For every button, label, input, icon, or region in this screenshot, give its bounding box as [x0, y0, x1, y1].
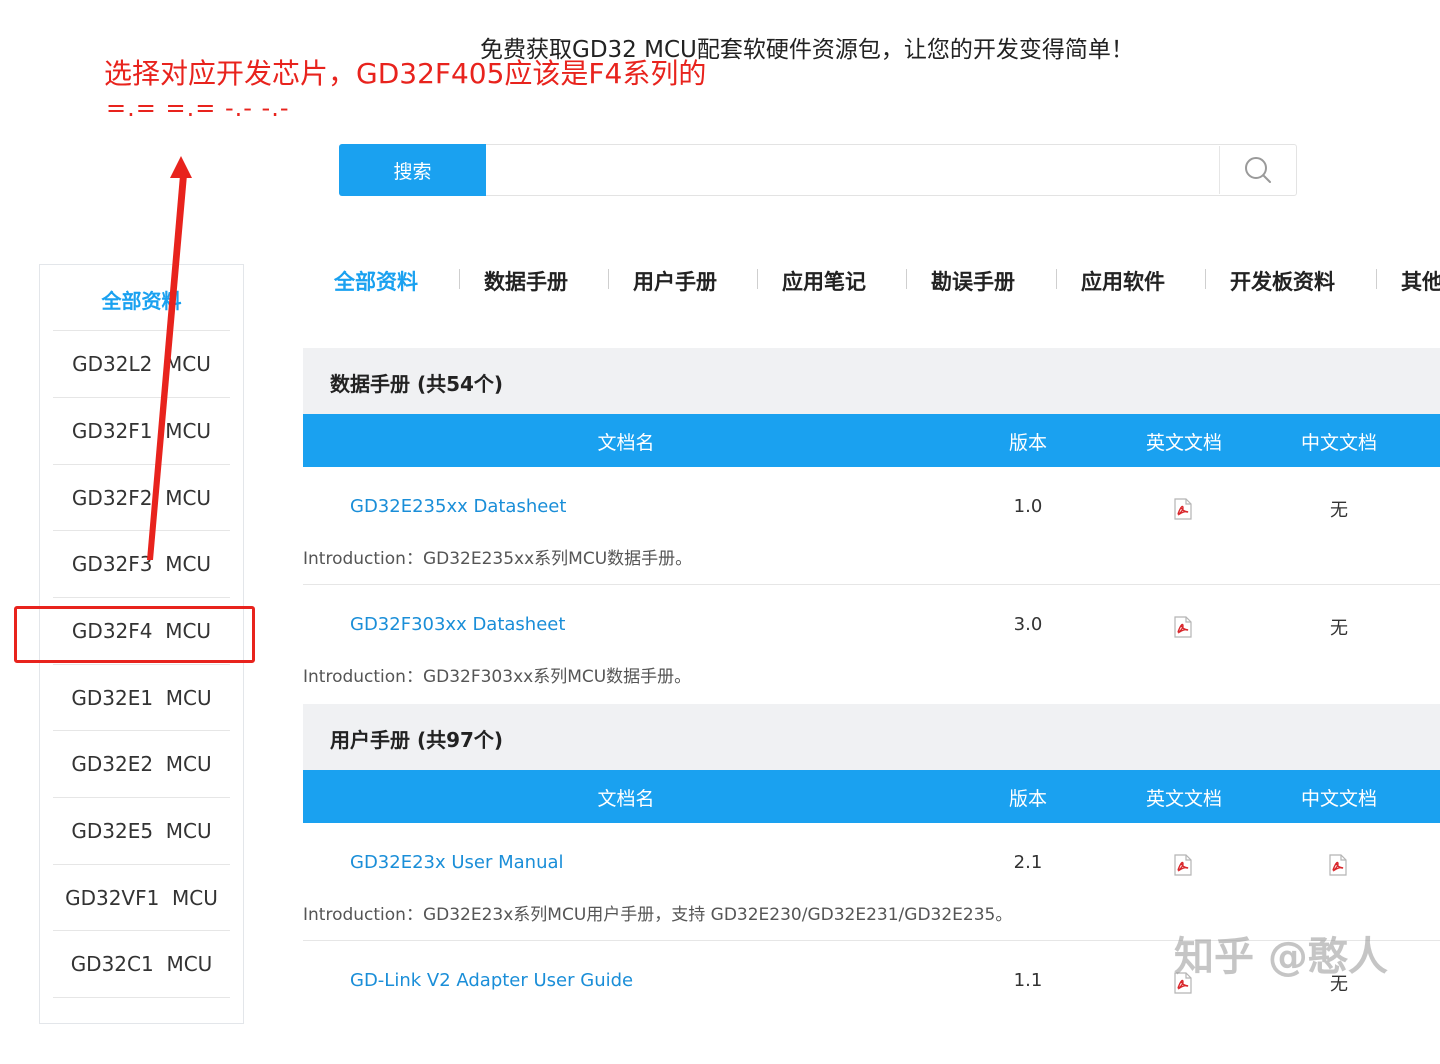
section-header-datasheet: 数据手册 (共54个): [303, 348, 1440, 414]
doc-version: 2.1: [1013, 852, 1043, 873]
col-name-header: 文档名: [597, 788, 655, 810]
pdf-download-icon[interactable]: [1173, 498, 1193, 520]
doc-link[interactable]: GD32E235xx Datasheet: [350, 496, 566, 517]
sidebar-item-gd32vf1[interactable]: GD32VF1 MCU: [53, 864, 230, 931]
tab-datasheet[interactable]: 数据手册: [484, 266, 568, 296]
tab-other[interactable]: 其他: [1401, 266, 1440, 296]
tab-separator: [1376, 269, 1377, 289]
col-name-header: 文档名: [597, 432, 655, 454]
sidebar-item-gd32f3[interactable]: GD32F3 MCU: [53, 530, 230, 597]
doc-cn-unavailable: 无: [1330, 500, 1348, 521]
tab-separator: [608, 269, 609, 289]
pdf-download-icon[interactable]: [1328, 854, 1348, 876]
sidebar-item-more[interactable]: [53, 997, 230, 1064]
tab-all[interactable]: 全部资料: [334, 266, 418, 296]
doc-cn-unavailable: 无: [1330, 618, 1348, 639]
tab-separator: [757, 269, 758, 289]
sidebar-item-gd32e2[interactable]: GD32E2 MCU: [53, 730, 230, 797]
tab-separator: [459, 269, 460, 289]
sidebar-item-gd32l2[interactable]: GD32L2 MCU: [53, 330, 230, 397]
doc-link[interactable]: GD32F303xx Datasheet: [350, 614, 565, 635]
annotation-emoticon: =.= =.= -.- -.-: [106, 94, 290, 122]
search-divider: [1219, 146, 1220, 194]
doc-version: 1.0: [1013, 496, 1043, 517]
tab-app-note[interactable]: 应用笔记: [782, 266, 866, 296]
tab-user-manual[interactable]: 用户手册: [633, 266, 717, 296]
col-en-header: 英文文档: [1145, 788, 1223, 810]
doc-version: 1.1: [1013, 970, 1043, 991]
col-version-header: 版本: [1008, 788, 1048, 810]
section-title: 数据手册 (共54个): [330, 372, 504, 396]
search-button[interactable]: 搜索: [339, 144, 486, 196]
doc-version: 3.0: [1013, 614, 1043, 635]
tab-dev-board[interactable]: 开发板资料: [1230, 266, 1335, 296]
search-input[interactable]: [487, 146, 1217, 194]
annotation-text: 选择对应开发芯片，GD32F405应该是F4系列的: [104, 57, 707, 90]
doc-intro: Introduction：GD32F303xx系列MCU数据手册。: [303, 667, 692, 687]
col-cn-header: 中文文档: [1300, 788, 1378, 810]
sidebar-item-gd32e5[interactable]: GD32E5 MCU: [53, 797, 230, 864]
section-header-user-manual: 用户手册 (共97个): [303, 704, 1440, 770]
col-version-header: 版本: [1008, 432, 1048, 454]
sidebar-item-gd32c1[interactable]: GD32C1 MCU: [53, 930, 230, 997]
pdf-download-icon[interactable]: [1173, 854, 1193, 876]
col-en-header: 英文文档: [1145, 432, 1223, 454]
doc-intro: Introduction：GD32E23x系列MCU用户手册，支持 GD32E2…: [303, 905, 1013, 925]
zhihu-watermark: 知乎 @憨人: [1174, 934, 1388, 980]
doc-intro: Introduction：GD32E235xx系列MCU数据手册。: [303, 549, 693, 569]
col-cn-header: 中文文档: [1300, 432, 1378, 454]
section-title: 用户手册 (共97个): [330, 728, 504, 752]
annotation-highlight-box: [14, 606, 255, 663]
row-divider: [303, 584, 1440, 585]
search-icon[interactable]: [1243, 155, 1273, 185]
sidebar-item-gd32f1[interactable]: GD32F1 MCU: [53, 397, 230, 464]
table-header: 文档名 版本 英文文档 中文文档: [303, 770, 1440, 823]
sidebar-item-gd32e1[interactable]: GD32E1 MCU: [53, 664, 230, 731]
doc-link[interactable]: GD-Link V2 Adapter User Guide: [350, 970, 633, 991]
tab-software[interactable]: 应用软件: [1081, 266, 1165, 296]
sidebar-title[interactable]: 全部资料: [40, 285, 243, 314]
tab-separator: [1205, 269, 1206, 289]
sidebar-item-gd32f2[interactable]: GD32F2 MCU: [53, 464, 230, 531]
table-header: 文档名 版本 英文文档 中文文档: [303, 414, 1440, 467]
tab-errata[interactable]: 勘误手册: [931, 266, 1015, 296]
pdf-download-icon[interactable]: [1173, 616, 1193, 638]
tab-separator: [906, 269, 907, 289]
tab-separator: [1056, 269, 1057, 289]
doc-link[interactable]: GD32E23x User Manual: [350, 852, 564, 873]
